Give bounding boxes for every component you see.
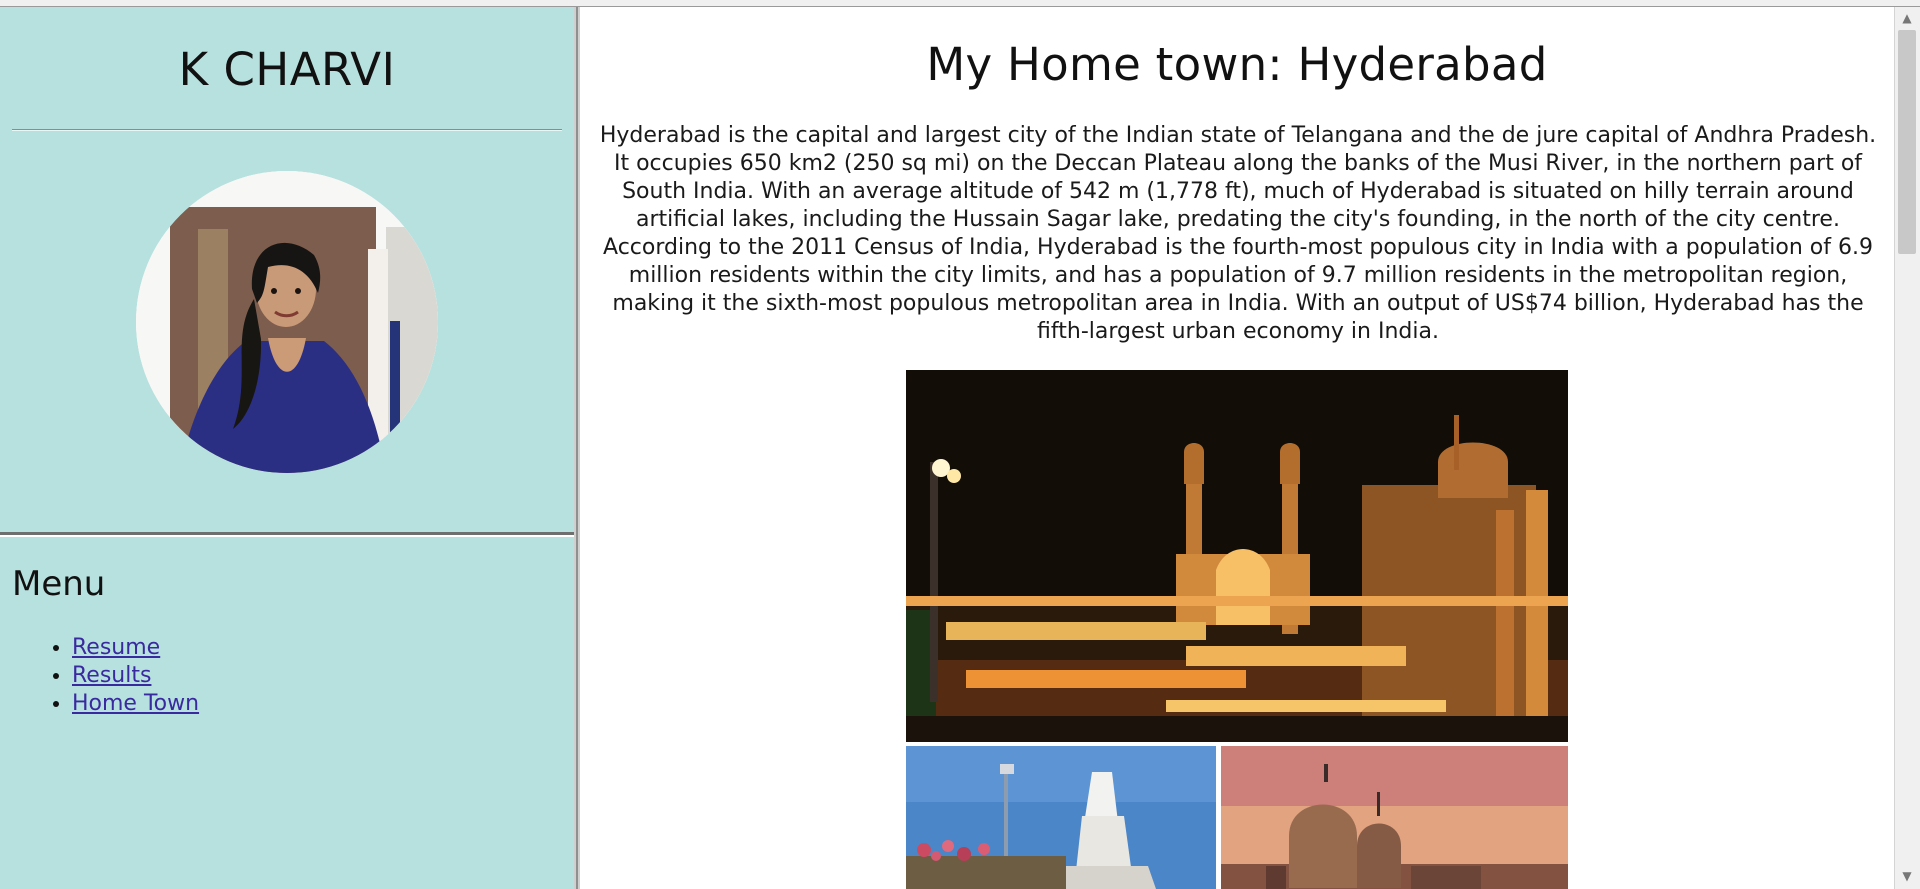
hometown-description: Hyderabad is the capital and largest cit… bbox=[599, 123, 1877, 344]
menu-item-results: Results bbox=[72, 662, 199, 690]
profile-name: K CHARVI bbox=[178, 43, 396, 96]
window-top-border bbox=[0, 0, 1920, 7]
menu-item-home-town: Home Town bbox=[72, 690, 199, 718]
charminar-night-photo bbox=[906, 370, 1568, 742]
mosque-sunset-photo bbox=[1221, 746, 1568, 889]
avatar bbox=[136, 171, 438, 473]
page-title: My Home town: Hyderabad bbox=[926, 38, 1548, 91]
resume-link[interactable]: Resume bbox=[72, 635, 160, 660]
menu-list: Resume Results Home Town bbox=[12, 634, 199, 718]
scrollbar-thumb[interactable] bbox=[1898, 30, 1916, 254]
scroll-up-arrow-icon[interactable]: ▲ bbox=[1900, 12, 1914, 24]
profile-divider bbox=[12, 129, 562, 131]
home-town-link[interactable]: Home Town bbox=[72, 691, 199, 716]
menu-item-resume: Resume bbox=[72, 634, 199, 662]
profile-panel: K CHARVI bbox=[0, 7, 574, 535]
avatar-photo bbox=[136, 171, 438, 473]
menu-panel: Menu Resume Results Home Town bbox=[0, 537, 574, 889]
results-link[interactable]: Results bbox=[72, 663, 151, 688]
panel-divider bbox=[574, 7, 580, 889]
temple-photo bbox=[906, 746, 1216, 889]
scroll-down-arrow-icon[interactable]: ▼ bbox=[1900, 870, 1914, 882]
menu-title: Menu bbox=[12, 564, 106, 604]
